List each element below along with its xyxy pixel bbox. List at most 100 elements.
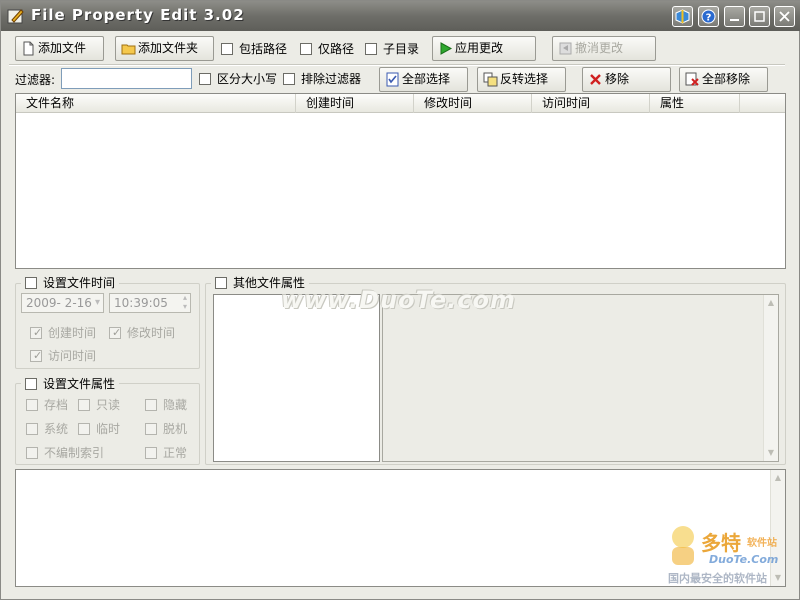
column-header-attributes[interactable]: 属性 [650, 94, 740, 113]
date-picker[interactable]: 2009- 2-16 ▾ [21, 293, 104, 313]
column-header-modified[interactable]: 修改时间 [414, 94, 532, 113]
set-time-checkbox[interactable]: 设置文件时间 [21, 275, 120, 291]
svg-text:?: ? [706, 13, 712, 24]
checkbox-box [283, 73, 295, 85]
case-sensitive-checkbox[interactable]: 区分大小写 [199, 71, 277, 87]
temporary-checkbox[interactable]: 临时 [78, 421, 120, 437]
filter-input[interactable] [61, 68, 192, 89]
invert-selection-button[interactable]: 反转选择 [477, 67, 566, 92]
pencil-app-icon [7, 9, 24, 24]
column-header-created[interactable]: 创建时间 [296, 94, 414, 113]
minimize-icon[interactable] [724, 6, 745, 27]
modified-time-checkbox[interactable]: ✓ 修改时间 [109, 325, 175, 341]
property-value-pane[interactable]: ▲ ▼ [382, 294, 779, 462]
subdirectory-label: 子目录 [383, 42, 420, 56]
checkbox-box [365, 43, 377, 55]
archive-checkbox[interactable]: 存档 [26, 397, 68, 413]
column-header-file-name[interactable]: 文件名称 [16, 94, 296, 113]
created-time-checkbox[interactable]: ✓ 创建时间 [30, 325, 96, 341]
apply-changes-button[interactable]: 应用更改 [432, 36, 536, 61]
invert-selection-label: 反转选择 [500, 72, 549, 86]
add-file-button[interactable]: 添加文件 [15, 36, 104, 61]
checkbox-box: ✓ [30, 326, 43, 339]
file-list[interactable]: 文件名称 创建时间 修改时间 访问时间 属性 [15, 93, 786, 269]
normal-label: 正常 [163, 446, 188, 460]
remove-all-label: 全部移除 [702, 72, 751, 86]
system-checkbox[interactable]: 系统 [26, 421, 68, 437]
time-picker[interactable]: 10:39:05 ▴ ▾ [109, 293, 191, 313]
hidden-checkbox[interactable]: 隐藏 [145, 397, 187, 413]
logo-brand: 多特 [701, 531, 741, 555]
skin-icon[interactable] [672, 6, 693, 27]
select-all-label: 全部选择 [402, 72, 451, 86]
select-all-icon [386, 72, 399, 87]
read-only-checkbox[interactable]: 只读 [78, 397, 120, 413]
app-window: File Property Edit 3.02 ? 添加文件 添加文件夹 包括路… [0, 0, 800, 600]
toolbar-divider [9, 64, 785, 66]
checkbox-box [145, 447, 157, 459]
checkbox-box [145, 399, 157, 411]
checkbox-box [145, 423, 157, 435]
file-list-header: 文件名称 创建时间 修改时间 访问时间 属性 [16, 94, 785, 113]
checkbox-box [78, 423, 90, 435]
help-icon[interactable]: ? [698, 6, 719, 27]
scroll-up-icon[interactable]: ▲ [772, 472, 784, 484]
path-only-checkbox[interactable]: 仅路径 [300, 41, 354, 57]
chevron-down-icon: ▾ [94, 297, 100, 308]
archive-label: 存档 [44, 398, 69, 412]
checkbox-box [300, 43, 312, 55]
select-all-button[interactable]: 全部选择 [379, 67, 468, 92]
spin-arrows-icon: ▴ ▾ [182, 293, 187, 311]
maximize-icon[interactable] [749, 6, 770, 27]
accessed-time-label: 访问时间 [48, 349, 97, 363]
path-only-label: 仅路径 [318, 42, 355, 56]
temporary-label: 临时 [96, 422, 121, 436]
offline-checkbox[interactable]: 脱机 [145, 421, 187, 437]
checkbox-box [199, 73, 211, 85]
accessed-time-checkbox[interactable]: ✓ 访问时间 [30, 348, 96, 364]
undo-icon [559, 42, 572, 55]
checkbox-box [26, 423, 38, 435]
folder-icon [121, 44, 136, 55]
close-icon[interactable] [774, 6, 795, 27]
created-time-label: 创建时间 [48, 326, 97, 340]
add-folder-button[interactable]: 添加文件夹 [115, 36, 214, 61]
property-name-list[interactable] [213, 294, 380, 462]
set-attributes-checkbox[interactable]: 设置文件属性 [21, 376, 120, 392]
scroll-down-icon[interactable]: ▼ [765, 447, 777, 459]
checkbox-box [25, 378, 37, 390]
scroll-up-icon[interactable]: ▲ [765, 297, 777, 309]
watermark-text: www.DuoTe.com [281, 286, 516, 314]
play-icon [440, 42, 453, 55]
duote-logo: 多特 软件站 DuoTe.Com 国内最安全的软件站 [663, 523, 797, 587]
set-time-title: 设置文件时间 [43, 276, 116, 290]
include-path-label: 包括路径 [239, 42, 288, 56]
window-title: File Property Edit 3.02 [31, 6, 245, 24]
exclude-filter-checkbox[interactable]: 排除过滤器 [283, 71, 361, 87]
add-file-label: 添加文件 [38, 41, 87, 55]
remove-button[interactable]: 移除 [582, 67, 671, 92]
checkbox-box: ✓ [109, 326, 121, 339]
checkbox-box [215, 277, 227, 289]
remove-all-icon [685, 72, 699, 86]
exclude-filter-label: 排除过滤器 [301, 72, 362, 86]
column-header-accessed[interactable]: 访问时间 [532, 94, 650, 113]
date-value: 2009- 2-16 [26, 296, 92, 310]
add-folder-label: 添加文件夹 [138, 41, 199, 55]
hidden-label: 隐藏 [163, 398, 188, 412]
logo-slogan: 国内最安全的软件站 [668, 572, 767, 585]
logo-subtitle: 软件站 [747, 538, 777, 549]
checkmark-icon: ✓ [33, 326, 43, 339]
property-scrollbar[interactable]: ▲ ▼ [763, 295, 778, 461]
case-sensitive-label: 区分大小写 [217, 72, 278, 86]
not-indexed-label: 不编制索引 [44, 446, 105, 460]
undo-changes-button[interactable]: 撤消更改 [552, 36, 656, 61]
include-path-checkbox[interactable]: 包括路径 [221, 41, 287, 57]
mascot-icon [672, 526, 694, 565]
system-label: 系统 [44, 422, 69, 436]
normal-checkbox[interactable]: 正常 [145, 445, 187, 461]
remove-all-button[interactable]: 全部移除 [679, 67, 768, 92]
undo-changes-label: 撤消更改 [575, 41, 624, 55]
subdirectory-checkbox[interactable]: 子目录 [365, 41, 419, 57]
not-indexed-checkbox[interactable]: 不编制索引 [26, 445, 104, 461]
